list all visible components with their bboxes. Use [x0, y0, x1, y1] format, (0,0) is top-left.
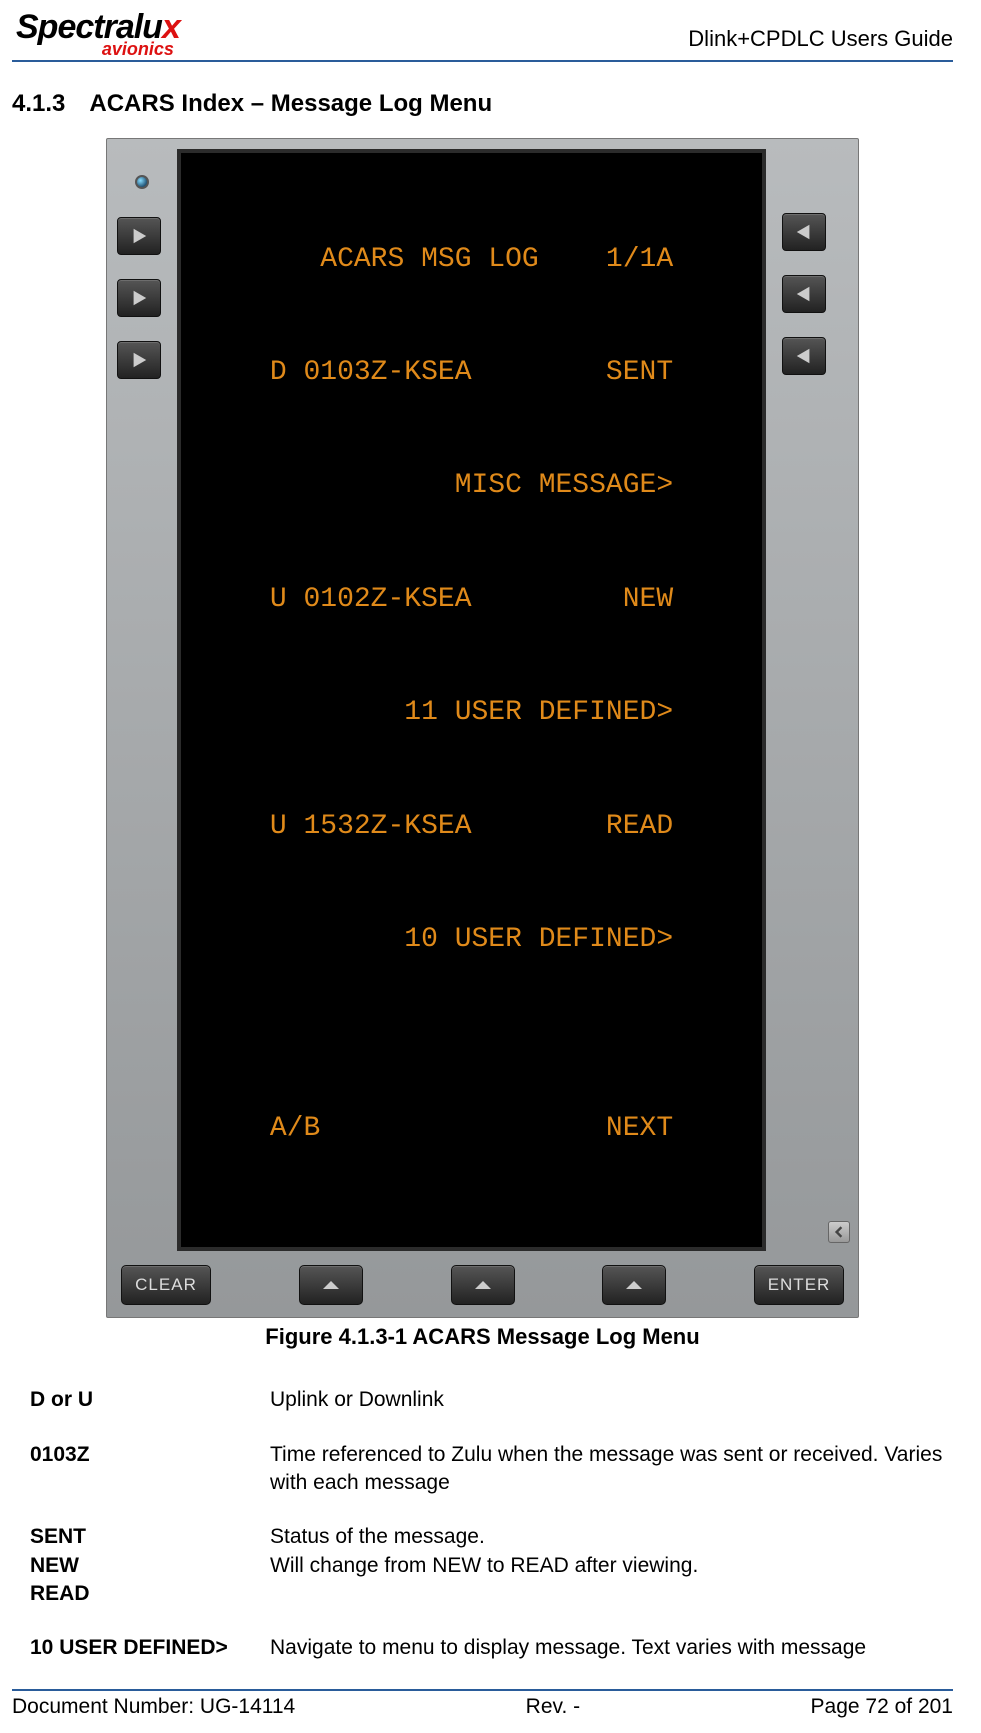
- clear-button[interactable]: CLEAR: [121, 1265, 211, 1305]
- triangle-left-icon: [795, 347, 813, 365]
- lsk-right-2[interactable]: [782, 275, 826, 313]
- lsk-right-3[interactable]: [782, 337, 826, 375]
- footer-doc-number: Document Number: UG-14114: [12, 1695, 295, 1719]
- screen-line: ACARS MSG LOG 1/1A: [193, 241, 750, 279]
- lsk-left-2[interactable]: [117, 279, 161, 317]
- definition-term: 10 USER DEFINED>: [30, 1634, 270, 1662]
- triangle-left-icon: [795, 223, 813, 241]
- document-title: Dlink+CPDLC Users Guide: [688, 26, 953, 58]
- page-header: Spectralux avionics Dlink+CPDLC Users Gu…: [12, 10, 953, 62]
- enter-button[interactable]: ENTER: [754, 1265, 844, 1305]
- triangle-right-icon: [130, 289, 148, 307]
- nav-up-button-2[interactable]: [451, 1265, 515, 1305]
- triangle-left-icon: [795, 285, 813, 303]
- definition-row: 10 USER DEFINED> Navigate to menu to dis…: [30, 1634, 953, 1662]
- brand-logo: Spectralux avionics: [12, 10, 180, 58]
- nav-up-button-3[interactable]: [602, 1265, 666, 1305]
- chevron-left-icon: [833, 1226, 845, 1238]
- definition-desc: Status of the message. Will change from …: [270, 1523, 953, 1580]
- screen-line: MISC MESSAGE>: [193, 467, 750, 505]
- right-scrollbar: [830, 149, 848, 1251]
- definition-row: D or U Uplink or Downlink: [30, 1386, 953, 1414]
- footer-rev: Rev. -: [526, 1695, 580, 1719]
- right-lsk-column: [766, 149, 826, 1251]
- screen-line: 10 USER DEFINED>: [193, 921, 750, 959]
- lsk-right-1[interactable]: [782, 213, 826, 251]
- definition-row: 0103Z Time referenced to Zulu when the m…: [30, 1441, 953, 1498]
- triangle-right-icon: [130, 227, 148, 245]
- triangle-up-icon: [473, 1278, 493, 1292]
- power-led-icon: [135, 175, 149, 189]
- definitions-list: D or U Uplink or Downlink 0103Z Time ref…: [12, 1386, 953, 1688]
- scroll-down-button[interactable]: [828, 1221, 850, 1243]
- screen-line: A/B NEXT: [193, 1110, 750, 1148]
- page-footer: Document Number: UG-14114 Rev. - Page 72…: [12, 1689, 953, 1733]
- section-number: 4.1.3: [12, 90, 65, 118]
- screen-line: U 1532Z-KSEA READ: [193, 808, 750, 846]
- triangle-up-icon: [624, 1278, 644, 1292]
- cdu-screen: ACARS MSG LOG 1/1A D 0103Z-KSEA SENT MIS…: [177, 149, 766, 1251]
- lsk-left-3[interactable]: [117, 341, 161, 379]
- section-heading: 4.1.3 ACARS Index – Message Log Menu: [12, 90, 953, 118]
- definition-row: SENT NEW READ Status of the message. Wil…: [30, 1523, 953, 1608]
- cdu-device: ACARS MSG LOG 1/1A D 0103Z-KSEA SENT MIS…: [106, 138, 859, 1318]
- nav-up-button-1[interactable]: [299, 1265, 363, 1305]
- footer-page: Page 72 of 201: [811, 1695, 953, 1719]
- definition-desc: Time referenced to Zulu when the message…: [270, 1441, 953, 1498]
- definition-term: SENT NEW READ: [30, 1523, 270, 1608]
- figure-caption: Figure 4.1.3-1 ACARS Message Log Menu: [12, 1324, 953, 1350]
- definition-term: 0103Z: [30, 1441, 270, 1469]
- definition-desc: Uplink or Downlink: [270, 1386, 953, 1414]
- definition-desc: Navigate to menu to display message. Tex…: [270, 1634, 953, 1662]
- screen-line: 11 USER DEFINED>: [193, 694, 750, 732]
- triangle-up-icon: [321, 1278, 341, 1292]
- left-lsk-column: [117, 149, 177, 1251]
- lsk-left-1[interactable]: [117, 217, 161, 255]
- screen-line: D 0103Z-KSEA SENT: [193, 354, 750, 392]
- triangle-right-icon: [130, 351, 148, 369]
- screen-line: U 0102Z-KSEA NEW: [193, 581, 750, 619]
- section-title: ACARS Index – Message Log Menu: [89, 90, 492, 118]
- definition-term: D or U: [30, 1386, 270, 1414]
